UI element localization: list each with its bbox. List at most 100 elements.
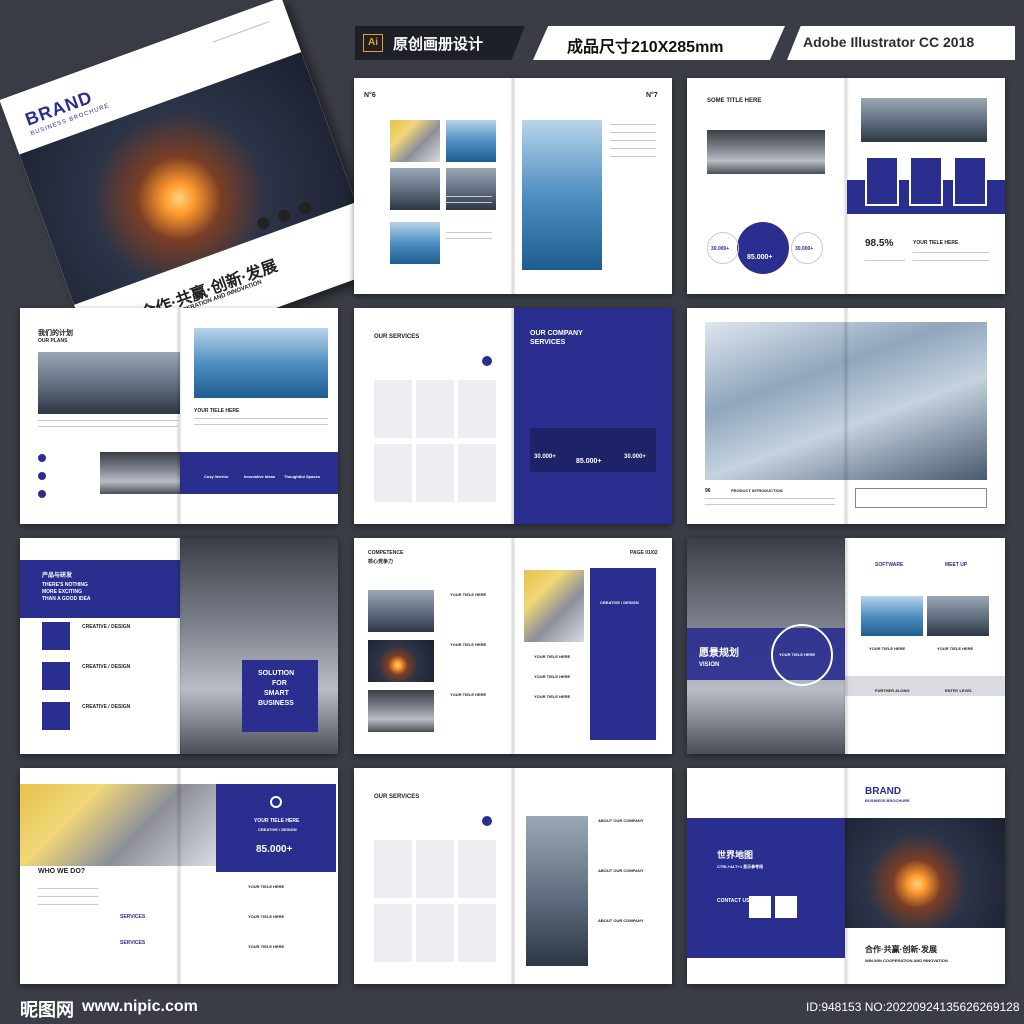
p6-photo-3 — [390, 168, 440, 210]
p6-photo-4 — [446, 168, 496, 210]
competence-en: COMPETENCE — [368, 550, 404, 556]
services2-about-1: ABOUT OUR COMPANY — [598, 818, 644, 823]
company-stat-2: 85.000+ — [576, 458, 602, 465]
p-title-photo — [707, 130, 825, 174]
page-no-7: N°7 — [646, 92, 658, 99]
p-title-text-3 — [865, 260, 905, 261]
spread-competence: COMPETENCE 核心竞争力 YOUR TIELE HERE YOUR TI… — [354, 538, 672, 754]
back-slogan-en: WIN-WIN COOPERATION AND INNOVATION — [865, 958, 948, 963]
plans-list-dot-3 — [38, 490, 46, 498]
p7-photo-main — [522, 120, 602, 270]
services2-card-4 — [374, 904, 412, 962]
vision-t2: YOUR TIELE HERE — [937, 646, 974, 651]
back-brand-sub: BUSINESS BROCHURE — [865, 798, 910, 803]
services2-card-2 — [416, 840, 454, 898]
competence-item-2: YOUR TIELE HERE — [450, 642, 487, 647]
spread-p6-p7: N°6 N°7 — [354, 78, 672, 294]
back-navy-panel — [687, 818, 845, 958]
services2-globe-icon — [482, 816, 492, 826]
back-brand: BRAND — [865, 786, 902, 797]
company-stats-box — [530, 428, 656, 472]
p7-text-1 — [610, 124, 656, 125]
vision-t1: YOUR TIELE HERE — [869, 646, 906, 651]
plans-title: YOUR TIELE HERE — [194, 408, 240, 414]
back-qr-1 — [749, 896, 771, 918]
plans-icon-2: Innovative Ideas — [244, 474, 276, 479]
header-software: Adobe Illustrator CC 2018 — [803, 34, 975, 50]
vision-circle-title: YOUR TIELE HERE — [779, 652, 816, 657]
competence-page: PAGE 01/02 — [630, 550, 658, 556]
product-sol-3: SMART — [264, 690, 289, 697]
plans-text-2 — [38, 426, 178, 427]
p-title-text-2 — [913, 260, 989, 261]
services-card-1 — [374, 380, 412, 438]
who-item-2: YOUR TIELE HERE — [248, 914, 285, 919]
plans-text-1 — [38, 420, 178, 421]
footer-logo: 昵图网 — [20, 1000, 74, 1020]
p-title-stat-left: 30.000+ — [711, 246, 730, 252]
p6-text-2 — [446, 202, 492, 203]
header-title-cn: 原创画册设计 — [393, 36, 484, 53]
who-item-1: YOUR TIELE HERE — [248, 884, 285, 889]
p-title-heading: SOME TITLE HERE — [707, 98, 762, 104]
p7-text-4 — [610, 148, 656, 149]
vision-further: FURTHER ALONG — [875, 688, 910, 693]
who-title: WHO WE DO? — [38, 868, 86, 875]
competence-item-1: YOUR TIELE HERE — [450, 592, 487, 597]
vision-cn: 愿景规划 — [699, 648, 739, 659]
product-item-1: CREATIVE / DESIGN — [82, 624, 131, 630]
p7-text-2 — [610, 132, 656, 133]
services-card-2 — [416, 380, 454, 438]
plans-cn: 我们的计划 — [38, 330, 73, 337]
plans-photo-left — [38, 352, 180, 414]
spread-pipes: 96 PRODUCT INTRODUCTION — [687, 308, 1005, 524]
p6-photo-1 — [390, 120, 440, 162]
back-cn: 世界地图 — [717, 850, 754, 860]
vision-software: SOFTWARE — [875, 562, 904, 568]
plans-text-3 — [194, 418, 328, 419]
plans-icon-1: Cozy Interior — [204, 474, 229, 479]
plans-text-4 — [194, 424, 328, 425]
product-item-3: CREATIVE / DESIGN — [82, 704, 131, 710]
page-no-6: N°6 — [364, 92, 376, 99]
p-title-card-2 — [909, 156, 943, 206]
competence-r-item-1: YOUR TIELE HERE — [534, 654, 571, 659]
pipes-text-1 — [705, 498, 835, 499]
product-sol-1: SOLUTION — [258, 670, 295, 677]
who-text-3 — [38, 904, 98, 905]
product-l2: MORE EXCITING — [42, 589, 83, 595]
p6-text-3 — [446, 232, 492, 233]
ai-badge: Ai — [363, 34, 383, 52]
product-icon-3 — [42, 702, 70, 730]
services2-photo — [526, 816, 588, 966]
who-stat: 85.000+ — [256, 844, 293, 855]
services2-card-6 — [458, 904, 496, 962]
who-services-1: SERVICES — [120, 914, 146, 920]
who-text-1 — [38, 888, 98, 889]
who-panel-sub: CREATIVE / DESIGN — [258, 827, 297, 832]
plans-photo-small — [100, 452, 180, 494]
services-globe-icon — [482, 356, 492, 366]
competence-photo-right — [524, 570, 584, 642]
vision-photo-1 — [861, 596, 923, 636]
product-cn: 产品与研发 — [42, 573, 73, 579]
product-item-2: CREATIVE / DESIGN — [82, 664, 131, 670]
footer-url[interactable]: www.nipic.com — [82, 998, 198, 1016]
spread-product: 产品与研发 THERE'S NOTHING MORE EXCITING THAN… — [20, 538, 338, 754]
vision-entry: ENTRY LEVEL — [945, 688, 973, 693]
services2-about-2: ABOUT OUR COMPANY — [598, 868, 644, 873]
pipes-photo — [705, 322, 987, 480]
p-title-stat-center: 85.000+ — [747, 254, 773, 261]
competence-r-item-3: YOUR TIELE HERE — [534, 694, 571, 699]
cover-photo — [19, 51, 356, 305]
pipes-table — [855, 488, 987, 508]
company-stat-3: 30.000+ — [624, 454, 646, 460]
p6-text-1 — [446, 196, 492, 197]
competence-item-3: YOUR TIELE HERE — [450, 692, 487, 697]
spread-who-we-do: WHO WE DO? SERVICES SERVICES YOUR TIELE … — [20, 768, 338, 984]
pipes-num: 96 — [705, 488, 711, 494]
p7-text-5 — [610, 156, 656, 157]
product-sol-4: BUSINESS — [258, 700, 294, 707]
competence-navy-panel — [590, 568, 656, 740]
back-sub: CTRL+ALT+1 显示参考线 — [717, 864, 764, 869]
